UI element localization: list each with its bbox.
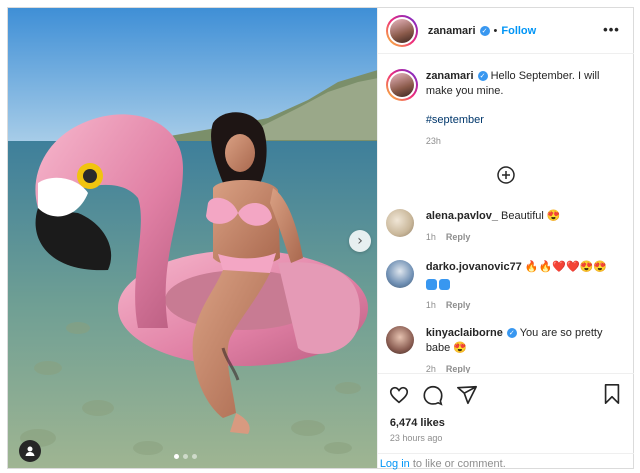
comment-age: 1h	[425, 300, 436, 310]
more-options-button[interactable]: •••	[603, 22, 620, 37]
comment: alena.pavlov_ Beautiful 😍 1h Reply	[385, 209, 626, 245]
chevron-right-icon: ›	[357, 233, 363, 249]
follow-button[interactable]: Follow	[501, 25, 536, 37]
carousel-dot	[183, 454, 188, 459]
commenter-avatar[interactable]	[385, 326, 414, 354]
login-prompt-text: to like or comment.	[409, 458, 506, 470]
comment-text: 🔥🔥❤️❤️😍😍	[524, 261, 608, 273]
verified-icon: ✓	[479, 25, 490, 36]
comments-list[interactable]: zanamari ✓ Hello September. I will make y…	[378, 55, 634, 373]
user-tag-icon	[25, 446, 35, 456]
commenter-avatar[interactable]	[385, 260, 414, 288]
hashtag-link[interactable]: #september	[426, 114, 484, 126]
post-actions: 6,474 likes 23 hours ago	[377, 373, 634, 443]
verified-icon: ✓	[506, 328, 517, 339]
emoji-badge	[425, 278, 437, 290]
comment-username[interactable]: alena.pavlov_	[426, 210, 498, 222]
login-prompt: Log in to like or comment.	[377, 453, 634, 470]
commenter-avatar[interactable]	[385, 209, 414, 237]
author-avatar[interactable]	[385, 14, 418, 47]
author-username[interactable]: zanamari	[428, 25, 476, 37]
add-comment-icon[interactable]	[496, 165, 516, 185]
comment: kinyaclaiborne ✓ You are so pretty babe 😍…	[385, 326, 626, 373]
comment-icon[interactable]	[422, 384, 444, 406]
caption-username[interactable]: zanamari	[426, 70, 474, 82]
next-media-button[interactable]: ›	[349, 230, 371, 252]
reply-button[interactable]: Reply	[446, 300, 471, 310]
caption-age: 23h	[425, 136, 441, 146]
post-header: zanamari ✓ • Follow •••	[377, 8, 634, 54]
verified-icon: ✓	[477, 71, 488, 82]
bookmark-icon[interactable]	[602, 383, 622, 405]
post-card: › zanamari ✓ • Follow ••• zanamari ✓ Hel…	[7, 7, 634, 470]
comment-age: 1h	[425, 232, 436, 242]
reply-button[interactable]: Reply	[446, 364, 471, 373]
tagged-users-button[interactable]	[19, 440, 41, 462]
reply-button[interactable]: Reply	[446, 232, 471, 242]
comment-username[interactable]: darko.jovanovic77	[426, 261, 522, 273]
comment: darko.jovanovic77 🔥🔥❤️❤️😍😍 1h Reply	[385, 260, 626, 313]
post-media[interactable]: ›	[8, 8, 377, 468]
separator-dot: •	[493, 24, 498, 37]
heart-icon[interactable]	[388, 384, 410, 406]
caption: zanamari ✓ Hello September. I will make y…	[385, 69, 626, 149]
emoji-badge	[438, 278, 450, 290]
comment-username[interactable]: kinyaclaiborne	[426, 327, 503, 339]
photo	[8, 8, 377, 468]
likes-count[interactable]: 6,474 likes	[390, 417, 634, 429]
carousel-indicator	[174, 454, 197, 459]
share-icon[interactable]	[456, 384, 478, 406]
carousel-dot	[174, 454, 179, 459]
comment-age: 2h	[425, 364, 436, 373]
login-link[interactable]: Log in	[380, 458, 410, 470]
carousel-dot	[192, 454, 197, 459]
caption-avatar[interactable]	[385, 69, 418, 101]
post-side-panel: zanamari ✓ • Follow ••• zanamari ✓ Hello …	[376, 8, 634, 470]
comment-text: Beautiful 😍	[501, 210, 561, 222]
post-timestamp: 23 hours ago	[389, 433, 443, 443]
